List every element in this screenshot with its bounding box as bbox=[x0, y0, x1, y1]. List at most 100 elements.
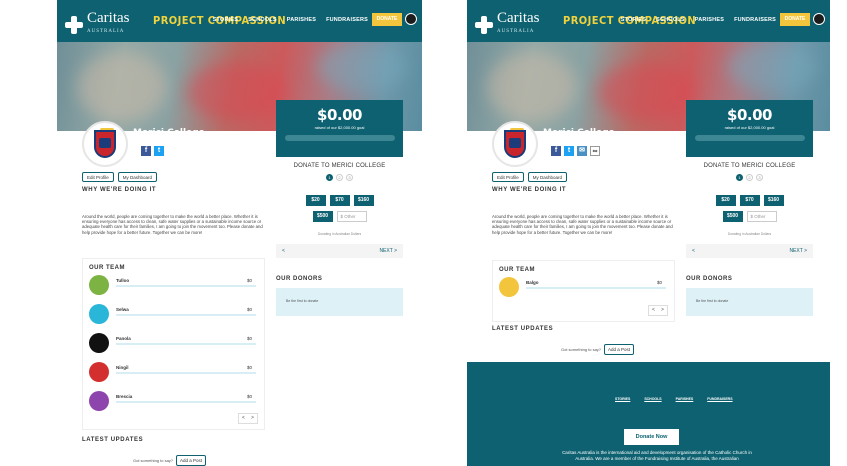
team-member[interactable]: Ningil $0 bbox=[89, 358, 264, 387]
amount-20-button[interactable]: $20 bbox=[305, 195, 326, 206]
team-member[interactable]: Panola $0 bbox=[89, 329, 264, 358]
donate-nav: < NEXT > bbox=[276, 244, 403, 258]
footer-text: Caritas Australia is the international a… bbox=[562, 450, 752, 461]
step-1[interactable]: 1 bbox=[326, 174, 333, 181]
next-button[interactable]: NEXT > bbox=[379, 248, 397, 254]
nav-stories[interactable]: STORIES bbox=[621, 17, 646, 23]
edit-profile-button[interactable]: Edit Profile bbox=[492, 172, 524, 182]
team-pager: < > bbox=[648, 305, 668, 316]
email-icon[interactable]: ✉ bbox=[577, 146, 587, 156]
prev-button[interactable]: < bbox=[692, 248, 695, 254]
team-card: OUR TEAM Balgo $0 < > bbox=[492, 260, 675, 322]
nav-links: STORIES SCHOOLS PARISHES FUNDRAISERS bbox=[213, 17, 368, 23]
school-crest-icon bbox=[492, 121, 538, 167]
member-progress bbox=[116, 343, 256, 345]
member-progress bbox=[116, 401, 256, 403]
amount-20-button[interactable]: $20 bbox=[715, 195, 736, 206]
amount-500-button[interactable]: $500 bbox=[722, 211, 743, 222]
caritas-logo[interactable]: Caritas AUSTRALIA bbox=[475, 11, 540, 39]
nav-donate-button[interactable]: DONATE bbox=[372, 13, 402, 26]
facebook-icon[interactable]: f bbox=[551, 146, 561, 156]
team-balgo-icon bbox=[499, 277, 519, 297]
other-amount-input[interactable]: $ Other bbox=[336, 211, 367, 222]
my-dashboard-button[interactable]: My Dashboard bbox=[527, 172, 568, 182]
step-3[interactable]: 3 bbox=[756, 174, 763, 181]
link-icon[interactable]: ∞ bbox=[590, 146, 600, 156]
currency-note: Donating in Australian Dollars bbox=[727, 232, 772, 236]
donors-heading: OUR DONORS bbox=[686, 276, 733, 282]
footer-parishes[interactable]: PARISHES bbox=[676, 397, 694, 401]
add-post-button[interactable]: Add a Post bbox=[176, 455, 207, 466]
amount-160-button[interactable]: $160 bbox=[763, 195, 784, 206]
team-member[interactable]: Balgo $0 bbox=[499, 273, 674, 302]
logo-text: Caritas AUSTRALIA bbox=[497, 10, 540, 35]
footer-stories[interactable]: STORIES bbox=[615, 397, 630, 401]
member-name: Selwa bbox=[116, 307, 129, 312]
footer-fundraisers[interactable]: FUNDRAISERS bbox=[707, 397, 732, 401]
nav-donate-button[interactable]: DONATE bbox=[780, 13, 810, 26]
amount-options: $20 $70 $160 bbox=[686, 195, 813, 206]
footer-schools[interactable]: SCHOOLS bbox=[644, 397, 661, 401]
pager-next[interactable]: > bbox=[248, 414, 257, 423]
amount-70-button[interactable]: $70 bbox=[329, 195, 350, 206]
member-amount: $0 bbox=[656, 280, 662, 285]
step-1[interactable]: 1 bbox=[736, 174, 743, 181]
post-prompt: Got something to say? bbox=[133, 458, 174, 463]
user-avatar-icon[interactable] bbox=[813, 13, 825, 25]
donate-nav: < NEXT > bbox=[686, 244, 813, 258]
pager-next[interactable]: > bbox=[658, 306, 667, 315]
nav-schools[interactable]: SCHOOLS bbox=[248, 17, 277, 23]
member-amount: $0 bbox=[246, 394, 252, 399]
donate-now-button[interactable]: Donate Now bbox=[624, 429, 679, 445]
facebook-icon[interactable]: f bbox=[141, 146, 151, 156]
share-buttons: f t ✉ ∞ bbox=[551, 146, 600, 156]
member-amount: $0 bbox=[246, 336, 252, 341]
team-member[interactable]: Brescia $0 bbox=[89, 387, 264, 416]
progress-bar bbox=[284, 135, 395, 141]
nav-parishes[interactable]: PARISHES bbox=[695, 17, 724, 23]
next-button[interactable]: NEXT > bbox=[789, 248, 807, 254]
nav-fundraisers[interactable]: FUNDRAISERS bbox=[326, 17, 368, 23]
step-2[interactable]: 2 bbox=[746, 174, 753, 181]
team-tulloo-icon bbox=[89, 275, 109, 295]
member-name: Panola bbox=[116, 336, 131, 341]
nav-schools[interactable]: SCHOOLS bbox=[656, 17, 685, 23]
cross-icon bbox=[475, 16, 493, 34]
amount-options-2: $500 $ Other bbox=[686, 211, 813, 222]
other-amount-input[interactable]: $ Other bbox=[746, 211, 777, 222]
nav-parishes[interactable]: PARISHES bbox=[287, 17, 316, 23]
twitter-icon[interactable]: t bbox=[154, 146, 164, 156]
team-member[interactable]: Selwa $0 bbox=[89, 300, 264, 329]
amount-160-button[interactable]: $160 bbox=[353, 195, 374, 206]
page-view-right: Caritas AUSTRALIA PROJECT COMPASSION STOR… bbox=[467, 0, 830, 466]
nav-stories[interactable]: STORIES bbox=[213, 17, 238, 23]
user-avatar-icon[interactable] bbox=[405, 13, 417, 25]
caritas-logo[interactable]: Caritas AUSTRALIA bbox=[65, 11, 130, 39]
donate-title: DONATE TO MERICI COLLEGE bbox=[703, 163, 796, 169]
amount-500-button[interactable]: $500 bbox=[312, 211, 333, 222]
nav-fundraisers[interactable]: FUNDRAISERS bbox=[734, 17, 776, 23]
updates-heading: LATEST UPDATES bbox=[492, 326, 554, 332]
my-dashboard-button[interactable]: My Dashboard bbox=[117, 172, 158, 182]
amount-70-button[interactable]: $70 bbox=[739, 195, 760, 206]
team-brescia-icon bbox=[89, 391, 109, 411]
add-post-row: Got something to say? Add a Post bbox=[133, 455, 207, 466]
twitter-icon[interactable]: t bbox=[564, 146, 574, 156]
team-ningil-icon bbox=[89, 362, 109, 382]
member-progress bbox=[526, 287, 666, 289]
pager-prev[interactable]: < bbox=[239, 414, 248, 423]
donors-empty: Be the first to donate bbox=[276, 288, 403, 316]
member-amount: $0 bbox=[246, 365, 252, 370]
share-buttons: f t bbox=[141, 146, 164, 156]
pager-prev[interactable]: < bbox=[649, 306, 658, 315]
step-3[interactable]: 3 bbox=[346, 174, 353, 181]
add-post-button[interactable]: Add a Post bbox=[604, 344, 635, 355]
top-nav: Caritas AUSTRALIA PROJECT COMPASSION STOR… bbox=[467, 0, 830, 42]
edit-profile-button[interactable]: Edit Profile bbox=[82, 172, 114, 182]
post-prompt: Got something to say? bbox=[561, 347, 602, 352]
prev-button[interactable]: < bbox=[282, 248, 285, 254]
why-heading: WHY WE'RE DOING IT bbox=[82, 187, 157, 193]
team-member[interactable]: Tulloo $0 bbox=[89, 271, 264, 300]
member-name: Tulloo bbox=[116, 278, 130, 283]
step-2[interactable]: 2 bbox=[336, 174, 343, 181]
